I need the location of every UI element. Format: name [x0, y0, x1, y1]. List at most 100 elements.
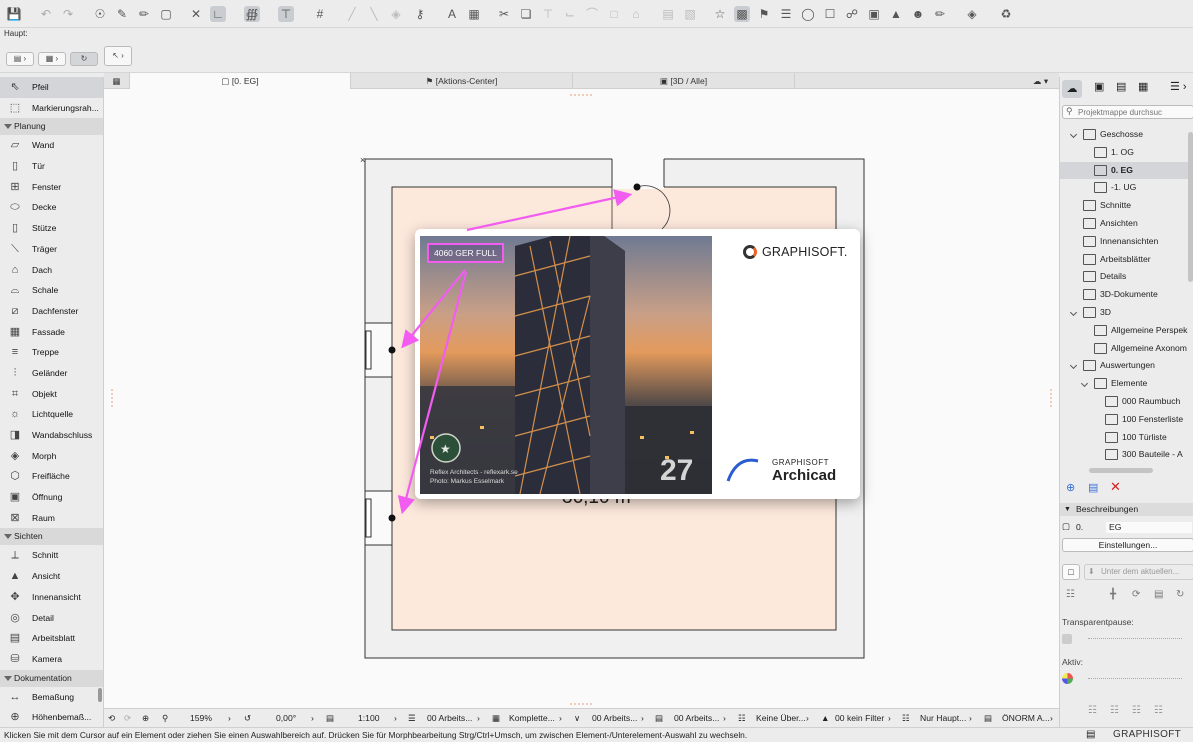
tab-overview[interactable]: ▦: [104, 73, 130, 89]
guide-lines-icon[interactable]: ∟: [210, 6, 226, 22]
angle-value[interactable]: 0,00°: [276, 713, 296, 723]
refresh-icon[interactable]: ↻: [1176, 589, 1184, 600]
tab-3d[interactable]: ▣ [3D / Alle]: [573, 73, 795, 89]
tool-arbeitsblatt[interactable]: ▤ Arbeitsblatt: [0, 628, 103, 649]
tree-item[interactable]: 300 Bauteile - A: [1060, 446, 1193, 464]
elevate-icon[interactable]: ⊤: [540, 6, 556, 22]
tree-item[interactable]: 000 Raumbuch: [1060, 393, 1193, 411]
selection-method-icon[interactable]: ▤ ›: [6, 52, 34, 66]
chevron-down-icon[interactable]: [1069, 308, 1078, 317]
horizontal-scrollbar[interactable]: [1089, 468, 1153, 473]
navigator-menu-icon[interactable]: ☰ ›: [1170, 80, 1187, 93]
render-icon[interactable]: ◈: [964, 6, 980, 22]
search-input[interactable]: [1078, 107, 1188, 118]
tool-lichtquelle[interactable]: ☼ Lichtquelle: [0, 404, 103, 425]
organizer-icon[interactable]: ☐: [822, 6, 838, 22]
tree-item[interactable]: 3D: [1060, 304, 1193, 322]
dimension-standard[interactable]: ÖNORM A...: [1002, 713, 1050, 723]
tree-item[interactable]: Geschosse: [1060, 126, 1193, 144]
zoom-in-icon[interactable]: ⊕: [142, 713, 149, 724]
find-select-icon[interactable]: ☉: [92, 6, 108, 22]
chevron-down-icon[interactable]: [1080, 380, 1089, 388]
clone-icon[interactable]: ▤: [1088, 481, 1098, 494]
snap-guides-icon[interactable]: ∰: [244, 6, 260, 22]
zoom-value[interactable]: 159%: [190, 713, 212, 723]
offset-icon[interactable]: □: [606, 6, 622, 22]
toolbox-scrollbar[interactable]: [98, 688, 102, 702]
magic-wand-icon[interactable]: ▢: [158, 6, 174, 22]
curve-icon[interactable]: ⌒: [584, 6, 600, 22]
project-map-icon[interactable]: ☁: [1062, 80, 1082, 98]
tab-action-center[interactable]: ⚑ [Aktions-Center]: [351, 73, 573, 89]
tree-item[interactable]: Ansichten: [1060, 215, 1193, 233]
pane-icon-2[interactable]: ☷: [1110, 705, 1119, 716]
save-icon[interactable]: 💾: [6, 6, 22, 22]
split-icon[interactable]: ╲: [366, 6, 382, 22]
pane-icon-1[interactable]: ☷: [1088, 705, 1097, 716]
tab-floor-plan[interactable]: ▢ [0. EG]: [130, 73, 351, 89]
tree-item[interactable]: 3D-Dokumente: [1060, 286, 1193, 304]
pick-up-icon[interactable]: ✎: [114, 6, 130, 22]
layers-icon[interactable]: ▩: [734, 6, 750, 22]
undo-icon[interactable]: ↶: [38, 6, 54, 22]
tree-item[interactable]: Elemente: [1060, 375, 1193, 393]
view-map-icon[interactable]: ▣: [1094, 80, 1104, 93]
view-map-icon[interactable]: ▣: [866, 6, 882, 22]
lock-icon[interactable]: ⚷: [412, 6, 428, 22]
tool-dachfenster[interactable]: ⧄ Dachfenster: [0, 301, 103, 322]
search-field[interactable]: ⚲: [1062, 105, 1193, 119]
trace-icon[interactable]: ☷: [1066, 589, 1075, 600]
model-view-options[interactable]: Komplette...: [509, 713, 555, 723]
tree-item[interactable]: Auswertungen: [1060, 357, 1193, 375]
tool-geländer[interactable]: ⫶ Geländer: [0, 363, 103, 384]
orientation-icon[interactable]: ↺: [244, 713, 251, 724]
tool-wandabschluss[interactable]: ◨ Wandabschluss: [0, 425, 103, 446]
transparency-slider[interactable]: [1062, 633, 1192, 645]
renovation-filter[interactable]: Keine Über...: [756, 713, 806, 723]
move-icon[interactable]: ╋: [1110, 589, 1116, 600]
tree-item[interactable]: Details: [1060, 268, 1193, 286]
graphic-override[interactable]: 00 Arbeits...: [674, 713, 719, 723]
active-slider[interactable]: [1062, 673, 1192, 685]
group-icon[interactable]: ▦: [466, 6, 482, 22]
chevron-down-icon[interactable]: [1069, 362, 1078, 370]
tool-markierungsrah[interactable]: ⬚ Markierungsrah...: [0, 98, 103, 119]
ruler-icon[interactable]: ✏: [932, 6, 948, 22]
trim-icon[interactable]: ╱: [344, 6, 360, 22]
pane-icon-3[interactable]: ☷: [1132, 705, 1141, 716]
roof-icon[interactable]: ⌂: [628, 6, 644, 22]
layout-book-icon[interactable]: ▤: [1116, 80, 1126, 93]
panel-icon[interactable]: ▤: [1086, 728, 1095, 742]
tool-kamera[interactable]: ⛁ Kamera: [0, 649, 103, 670]
tool-freifläche[interactable]: ⬡ Freifläche: [0, 466, 103, 487]
distribute-icon[interactable]: ▧: [682, 6, 698, 22]
favorites-icon[interactable]: ☆: [712, 6, 728, 22]
tool-fassade[interactable]: ▦ Fassade: [0, 322, 103, 343]
tool-bemaßung[interactable]: ↔ Bemaßung: [0, 687, 103, 708]
tool-tür[interactable]: ▯ Tür: [0, 156, 103, 177]
3d-view-icon[interactable]: ▲: [888, 6, 904, 22]
tree-item[interactable]: Allgemeine Perspek: [1060, 322, 1193, 340]
layer-combination[interactable]: 00 Arbeits...: [427, 713, 472, 723]
fit-window-icon[interactable]: ⚲: [162, 713, 168, 724]
redo-icon[interactable]: ↷: [60, 6, 76, 22]
inject-icon[interactable]: ✏: [136, 6, 152, 22]
delete-icon[interactable]: ✕: [1110, 479, 1121, 495]
pane-icon-4[interactable]: ☷: [1154, 705, 1163, 716]
tool-raum[interactable]: ⊠ Raum: [0, 508, 103, 529]
tool-stütze[interactable]: ▯ Stütze: [0, 218, 103, 239]
chevron-down-icon[interactable]: [1069, 130, 1078, 139]
fillet-icon[interactable]: ⌙: [562, 6, 578, 22]
rotate-marquee-icon[interactable]: ↻: [70, 52, 98, 66]
tree-item[interactable]: -1. UG: [1060, 179, 1193, 197]
floor-name-field[interactable]: EG: [1106, 522, 1192, 533]
tool-fenster[interactable]: ⊞ Fenster: [0, 177, 103, 198]
tab-list-menu[interactable]: ☁ ▾: [1022, 73, 1059, 89]
publisher-sets-icon[interactable]: ▦: [1138, 80, 1148, 93]
camera-icon[interactable]: ☻: [910, 6, 926, 22]
zoom-undo-icon[interactable]: ⟲: [108, 713, 115, 724]
marquee-mode-icon[interactable]: ▦ ›: [38, 52, 66, 66]
text-icon[interactable]: A: [444, 6, 460, 22]
tree-item[interactable]: Allgemeine Axonom: [1060, 340, 1193, 358]
footer-brand[interactable]: GRAPHISOFT ID: [1113, 728, 1193, 742]
